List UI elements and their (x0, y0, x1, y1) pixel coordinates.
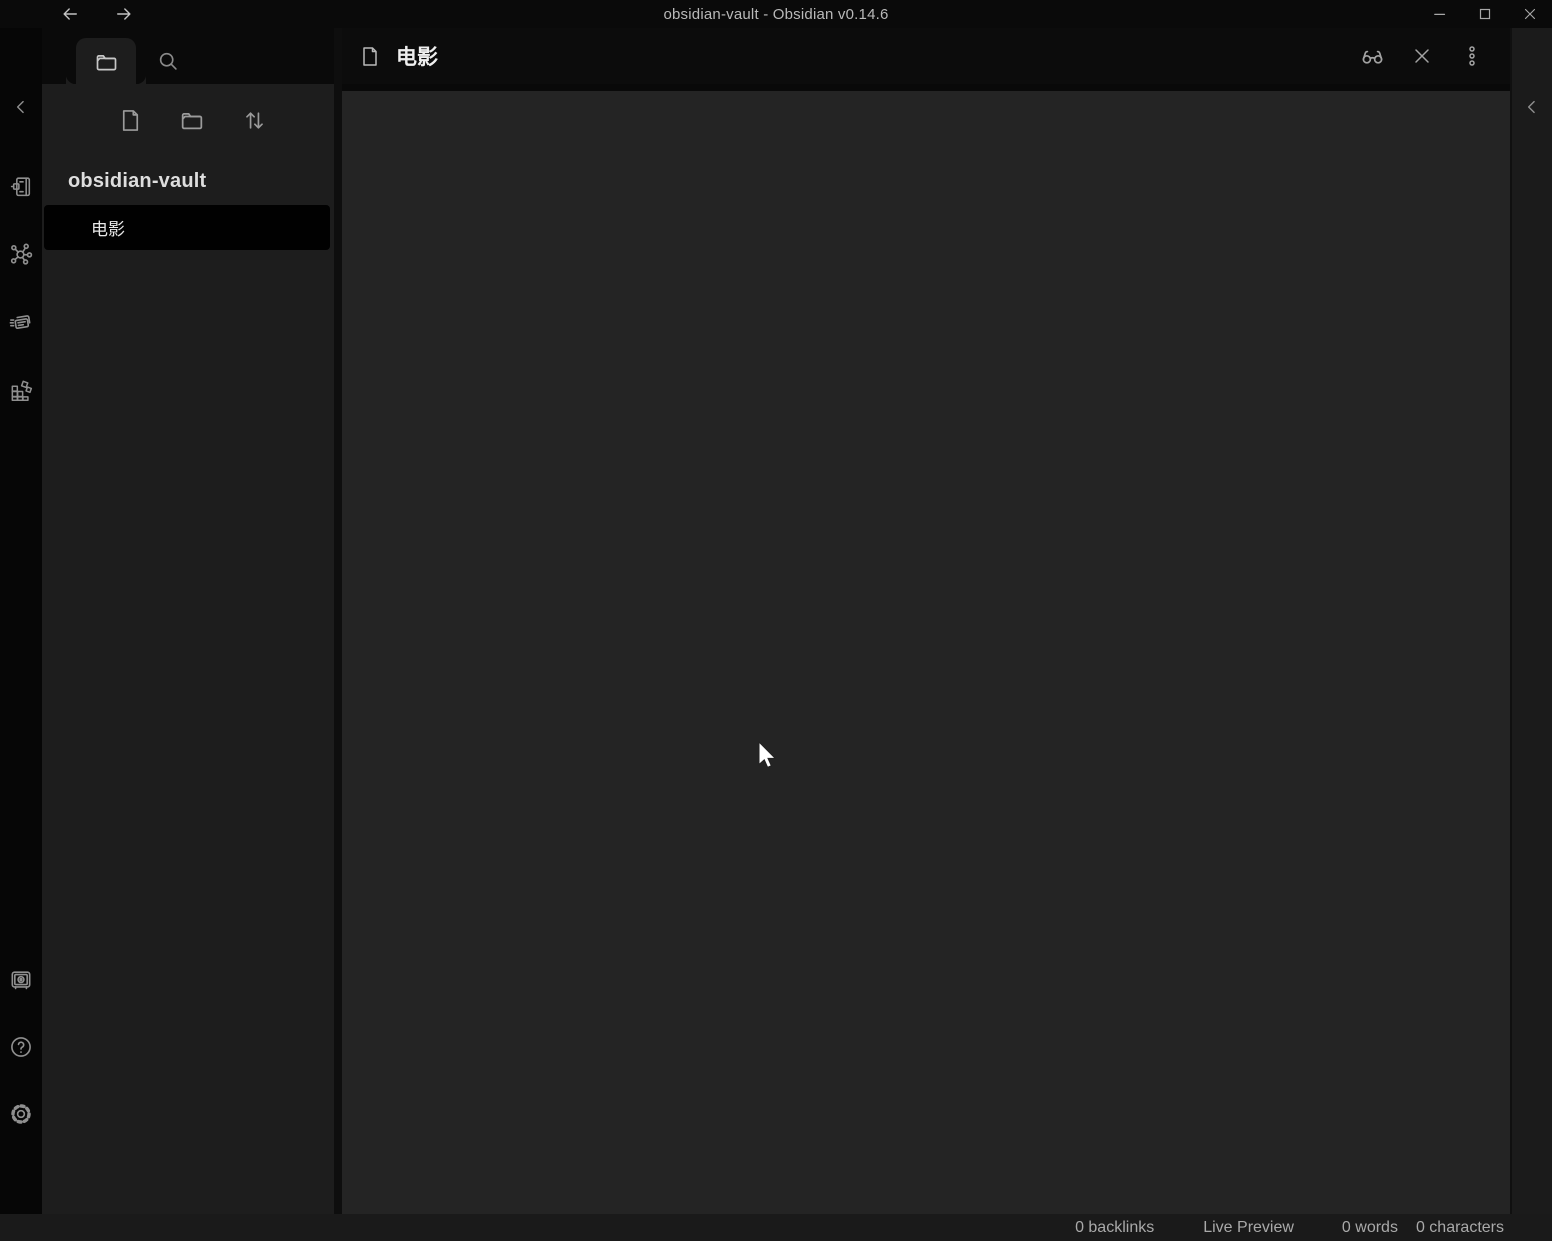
titlebar: obsidian-vault - Obsidian v0.14.6 (0, 0, 1552, 28)
daily-note-icon (8, 309, 34, 335)
left-ribbon (0, 28, 42, 1214)
status-bar: 0 backlinks Live Preview 0 words 0 chara… (0, 1214, 1552, 1241)
help-button[interactable] (4, 1030, 38, 1064)
sidebar-tab-bar (42, 28, 334, 84)
glasses-icon (1359, 43, 1386, 70)
chevron-left-icon (1522, 97, 1542, 117)
note-header: 电影 (342, 28, 1510, 84)
ribbon-bottom-group (4, 963, 38, 1131)
maximize-icon (1476, 5, 1494, 23)
sort-icon (241, 107, 268, 134)
vault-name: obsidian-vault (42, 170, 334, 193)
new-note-button[interactable] (114, 102, 146, 138)
quick-switcher-icon (9, 174, 34, 199)
left-sidebar: obsidian-vault 电影 (42, 28, 342, 1214)
collapse-left-sidebar-button[interactable] (4, 90, 38, 124)
folder-icon (93, 48, 120, 75)
help-icon (8, 1034, 34, 1060)
quick-switcher-button[interactable] (4, 169, 38, 203)
window-controls (1426, 0, 1544, 28)
window-title: obsidian-vault - Obsidian v0.14.6 (0, 6, 1552, 23)
editor-area[interactable] (342, 91, 1510, 1214)
new-folder-button[interactable] (176, 102, 208, 138)
graph-view-button[interactable] (4, 237, 38, 271)
maximize-button[interactable] (1471, 2, 1499, 26)
file-list: 电影 (42, 205, 334, 250)
ribbon-top-group (4, 169, 38, 407)
tab-search[interactable] (138, 38, 198, 84)
file-item-selected[interactable]: 电影 (44, 205, 330, 250)
vault-icon (8, 967, 34, 993)
chevron-left-icon (11, 97, 31, 117)
workspace: obsidian-vault 电影 电影 (0, 28, 1552, 1214)
history-nav (56, 2, 138, 26)
daily-note-button[interactable] (4, 305, 38, 339)
kebab-icon (1460, 44, 1484, 68)
document-icon (358, 44, 382, 69)
arrow-right-icon (114, 4, 134, 24)
word-count[interactable]: 0 words (1342, 1219, 1398, 1237)
forward-button[interactable] (110, 2, 138, 26)
file-explorer-actions (42, 102, 334, 138)
close-icon (1521, 5, 1539, 23)
file-explorer-panel: obsidian-vault 电影 (42, 84, 334, 1214)
random-note-icon (8, 377, 34, 403)
random-note-button[interactable] (4, 373, 38, 407)
note-header-actions (1354, 38, 1490, 74)
backlinks-count[interactable]: 0 backlinks (1075, 1219, 1154, 1237)
gear-icon (8, 1101, 34, 1127)
settings-button[interactable] (4, 1097, 38, 1131)
minimize-button[interactable] (1426, 2, 1454, 26)
arrow-left-icon (60, 4, 80, 24)
obsidian-window: obsidian-vault - Obsidian v0.14.6 (0, 0, 1552, 1241)
back-button[interactable] (56, 2, 84, 26)
more-options-button[interactable] (1454, 38, 1490, 74)
tab-file-explorer[interactable] (76, 38, 136, 84)
pane-header-divider (342, 84, 1510, 91)
right-ribbon (1510, 28, 1552, 1214)
new-folder-icon (178, 106, 206, 134)
note-title: 电影 (396, 41, 438, 71)
search-icon (155, 48, 181, 74)
main-pane: 电影 (342, 28, 1510, 1214)
character-count[interactable]: 0 characters (1416, 1219, 1504, 1237)
close-icon (1410, 44, 1434, 68)
sort-order-button[interactable] (238, 102, 270, 138)
open-vault-button[interactable] (4, 963, 38, 997)
expand-right-sidebar-button[interactable] (1515, 90, 1549, 124)
live-preview-toggle[interactable]: Live Preview (1203, 1219, 1294, 1237)
close-note-button[interactable] (1404, 38, 1440, 74)
new-note-icon (117, 107, 144, 134)
close-window-button[interactable] (1516, 2, 1544, 26)
minimize-icon (1431, 5, 1449, 23)
reading-mode-button[interactable] (1354, 38, 1390, 74)
graph-view-icon (8, 241, 34, 267)
